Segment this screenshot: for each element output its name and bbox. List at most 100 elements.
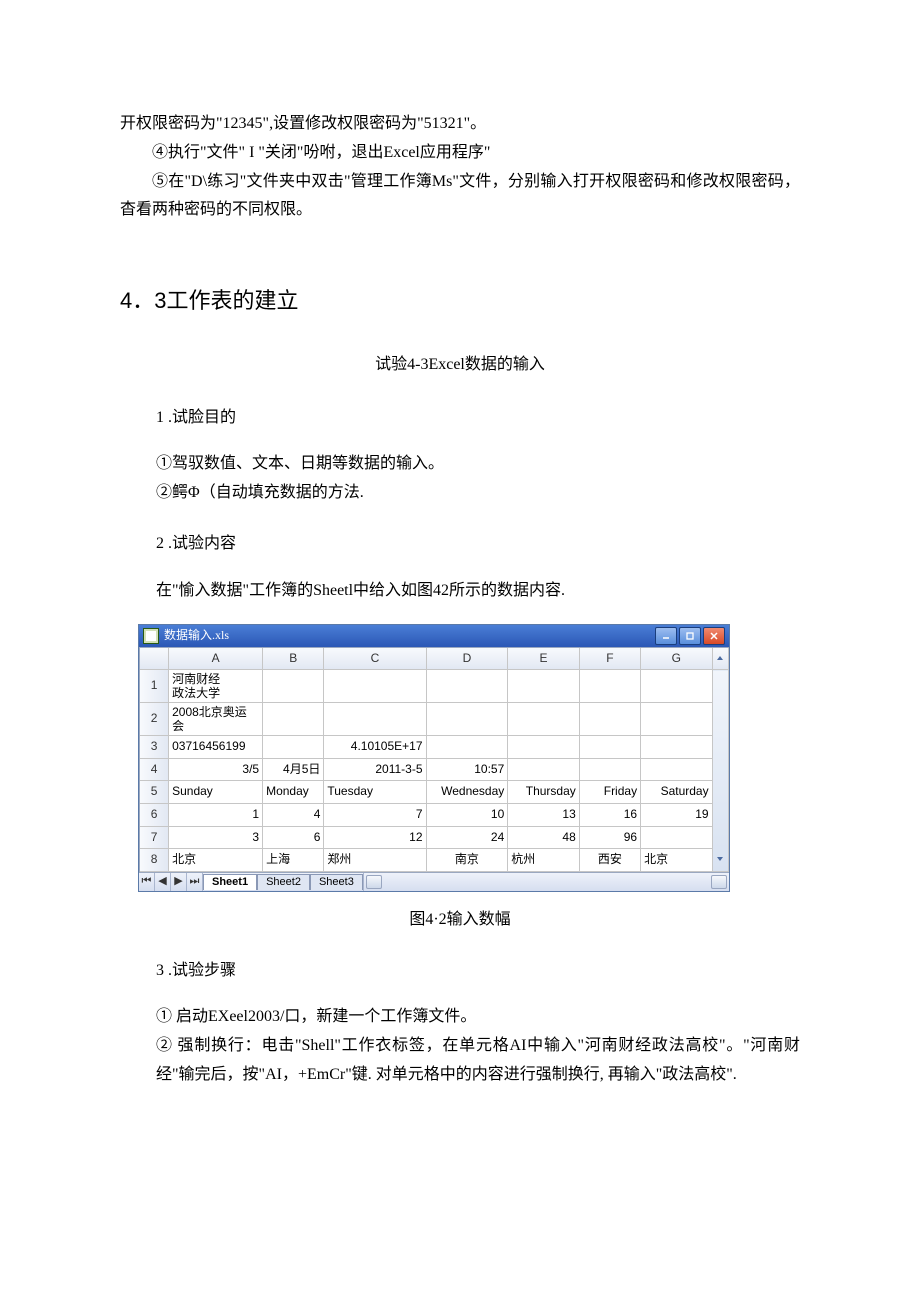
tab-nav-last[interactable]: ⏭ [187, 873, 203, 891]
steps-heading: 3 .试验步骤 [156, 957, 800, 986]
close-button[interactable] [703, 627, 725, 645]
row-hdr-6[interactable]: 6 [140, 803, 169, 826]
col-G[interactable]: G [641, 648, 713, 670]
row-hdr-2[interactable]: 2 [140, 703, 169, 736]
col-D[interactable]: D [426, 648, 508, 670]
window-title: 数据输入.xls [164, 625, 653, 647]
spreadsheet-grid[interactable]: A B C D E F G [139, 647, 729, 872]
tab-nav-next[interactable]: ▶ [171, 873, 187, 891]
hscroll[interactable] [363, 873, 729, 891]
cell-A5[interactable]: Sunday [169, 781, 263, 804]
cell-B1[interactable] [263, 670, 324, 703]
cell-C1[interactable] [324, 670, 426, 703]
cell-E1[interactable] [508, 670, 580, 703]
cell-D5[interactable]: Wednesday [426, 781, 508, 804]
cell-F5[interactable]: Friday [579, 781, 640, 804]
col-C[interactable]: C [324, 648, 426, 670]
cell-D2[interactable] [426, 703, 508, 736]
cell-G2[interactable] [641, 703, 713, 736]
content-p1: 在"愉入数据"工作簿的Sheetl中给入如图42所示的数据内容. [156, 577, 800, 606]
cell-G7[interactable] [641, 826, 713, 849]
cell-B2[interactable] [263, 703, 324, 736]
cell-D4[interactable]: 10:57 [426, 758, 508, 781]
selectall-cell[interactable] [140, 648, 169, 670]
cell-F1[interactable] [579, 670, 640, 703]
row-hdr-5[interactable]: 5 [140, 781, 169, 804]
hscroll-left[interactable] [366, 875, 382, 889]
cell-C8[interactable]: 郑州 [324, 849, 426, 872]
cell-A2[interactable]: 2008北京奥运会 [169, 703, 263, 736]
vscroll-track[interactable] [712, 670, 728, 872]
cell-A8[interactable]: 北京 [169, 849, 263, 872]
section-subtitle: 试验4-3Excel数据的输入 [120, 351, 800, 380]
cell-E8[interactable]: 杭州 [508, 849, 580, 872]
cell-G3[interactable] [641, 736, 713, 759]
cell-E5[interactable]: Thursday [508, 781, 580, 804]
cell-D3[interactable] [426, 736, 508, 759]
row-7: 7 3 6 12 24 48 96 [140, 826, 729, 849]
col-B[interactable]: B [263, 648, 324, 670]
tab-sheet1[interactable]: Sheet1 [203, 874, 257, 890]
cell-E6[interactable]: 13 [508, 803, 580, 826]
tab-nav-first[interactable]: ⏮ [139, 873, 155, 891]
cell-A1[interactable]: 河南财经政法大学 [169, 670, 263, 703]
cell-D1[interactable] [426, 670, 508, 703]
cell-E7[interactable]: 48 [508, 826, 580, 849]
figure-excel: 数据输入.xls [138, 624, 800, 892]
col-F[interactable]: F [579, 648, 640, 670]
cell-A3[interactable]: 03716456199 [169, 736, 263, 759]
tab-nav-prev[interactable]: ◀ [155, 873, 171, 891]
row-hdr-4[interactable]: 4 [140, 758, 169, 781]
cell-G4[interactable] [641, 758, 713, 781]
cell-C5[interactable]: Tuesday [324, 781, 426, 804]
section-heading: 4．3工作表的建立 [120, 281, 800, 321]
cell-G6[interactable]: 19 [641, 803, 713, 826]
tab-sheet3[interactable]: Sheet3 [310, 874, 363, 890]
row-6: 6 1 4 7 10 13 16 19 [140, 803, 729, 826]
row-hdr-1[interactable]: 1 [140, 670, 169, 703]
cell-F2[interactable] [579, 703, 640, 736]
cell-B3[interactable] [263, 736, 324, 759]
cell-D7[interactable]: 24 [426, 826, 508, 849]
cell-D6[interactable]: 10 [426, 803, 508, 826]
cell-E2[interactable] [508, 703, 580, 736]
row-hdr-8[interactable]: 8 [140, 849, 169, 872]
tab-sheet2[interactable]: Sheet2 [257, 874, 310, 890]
cell-F6[interactable]: 16 [579, 803, 640, 826]
cell-B7[interactable]: 6 [263, 826, 324, 849]
cell-G8[interactable]: 北京 [641, 849, 713, 872]
col-A[interactable]: A [169, 648, 263, 670]
cell-C4[interactable]: 2011-3-5 [324, 758, 426, 781]
maximize-button[interactable] [679, 627, 701, 645]
cell-C7[interactable]: 12 [324, 826, 426, 849]
row-hdr-3[interactable]: 3 [140, 736, 169, 759]
cell-F4[interactable] [579, 758, 640, 781]
hscroll-right[interactable] [711, 875, 727, 889]
col-E[interactable]: E [508, 648, 580, 670]
cell-F8[interactable]: 西安 [579, 849, 640, 872]
cell-G1[interactable] [641, 670, 713, 703]
cell-B5[interactable]: Monday [263, 781, 324, 804]
cell-A7[interactable]: 3 [169, 826, 263, 849]
minimize-button[interactable] [655, 627, 677, 645]
cell-B8[interactable]: 上海 [263, 849, 324, 872]
cell-C6[interactable]: 7 [324, 803, 426, 826]
cell-E4[interactable] [508, 758, 580, 781]
document-page: 开权限密码为"12345",设置修改权限密码为"51321"。 ④执行"文件" … [0, 0, 920, 1301]
vscroll-up[interactable] [712, 648, 728, 670]
cell-E3[interactable] [508, 736, 580, 759]
cell-F3[interactable] [579, 736, 640, 759]
row-3: 3 03716456199 4.10105E+17 [140, 736, 729, 759]
cell-C2[interactable] [324, 703, 426, 736]
cell-C3[interactable]: 4.10105E+17 [324, 736, 426, 759]
cell-A6[interactable]: 1 [169, 803, 263, 826]
row-5: 5 Sunday Monday Tuesday Wednesday Thursd… [140, 781, 729, 804]
cell-D8[interactable]: 南京 [426, 849, 508, 872]
cell-B4[interactable]: 4月5日 [263, 758, 324, 781]
cell-A4[interactable]: 3/5 [169, 758, 263, 781]
cell-G5[interactable]: Saturday [641, 781, 713, 804]
cell-B6[interactable]: 4 [263, 803, 324, 826]
cell-F7[interactable]: 96 [579, 826, 640, 849]
steps-p1: ① 启动EXeel2003/口，新建一个工作簿文件。 [156, 1003, 800, 1032]
row-hdr-7[interactable]: 7 [140, 826, 169, 849]
